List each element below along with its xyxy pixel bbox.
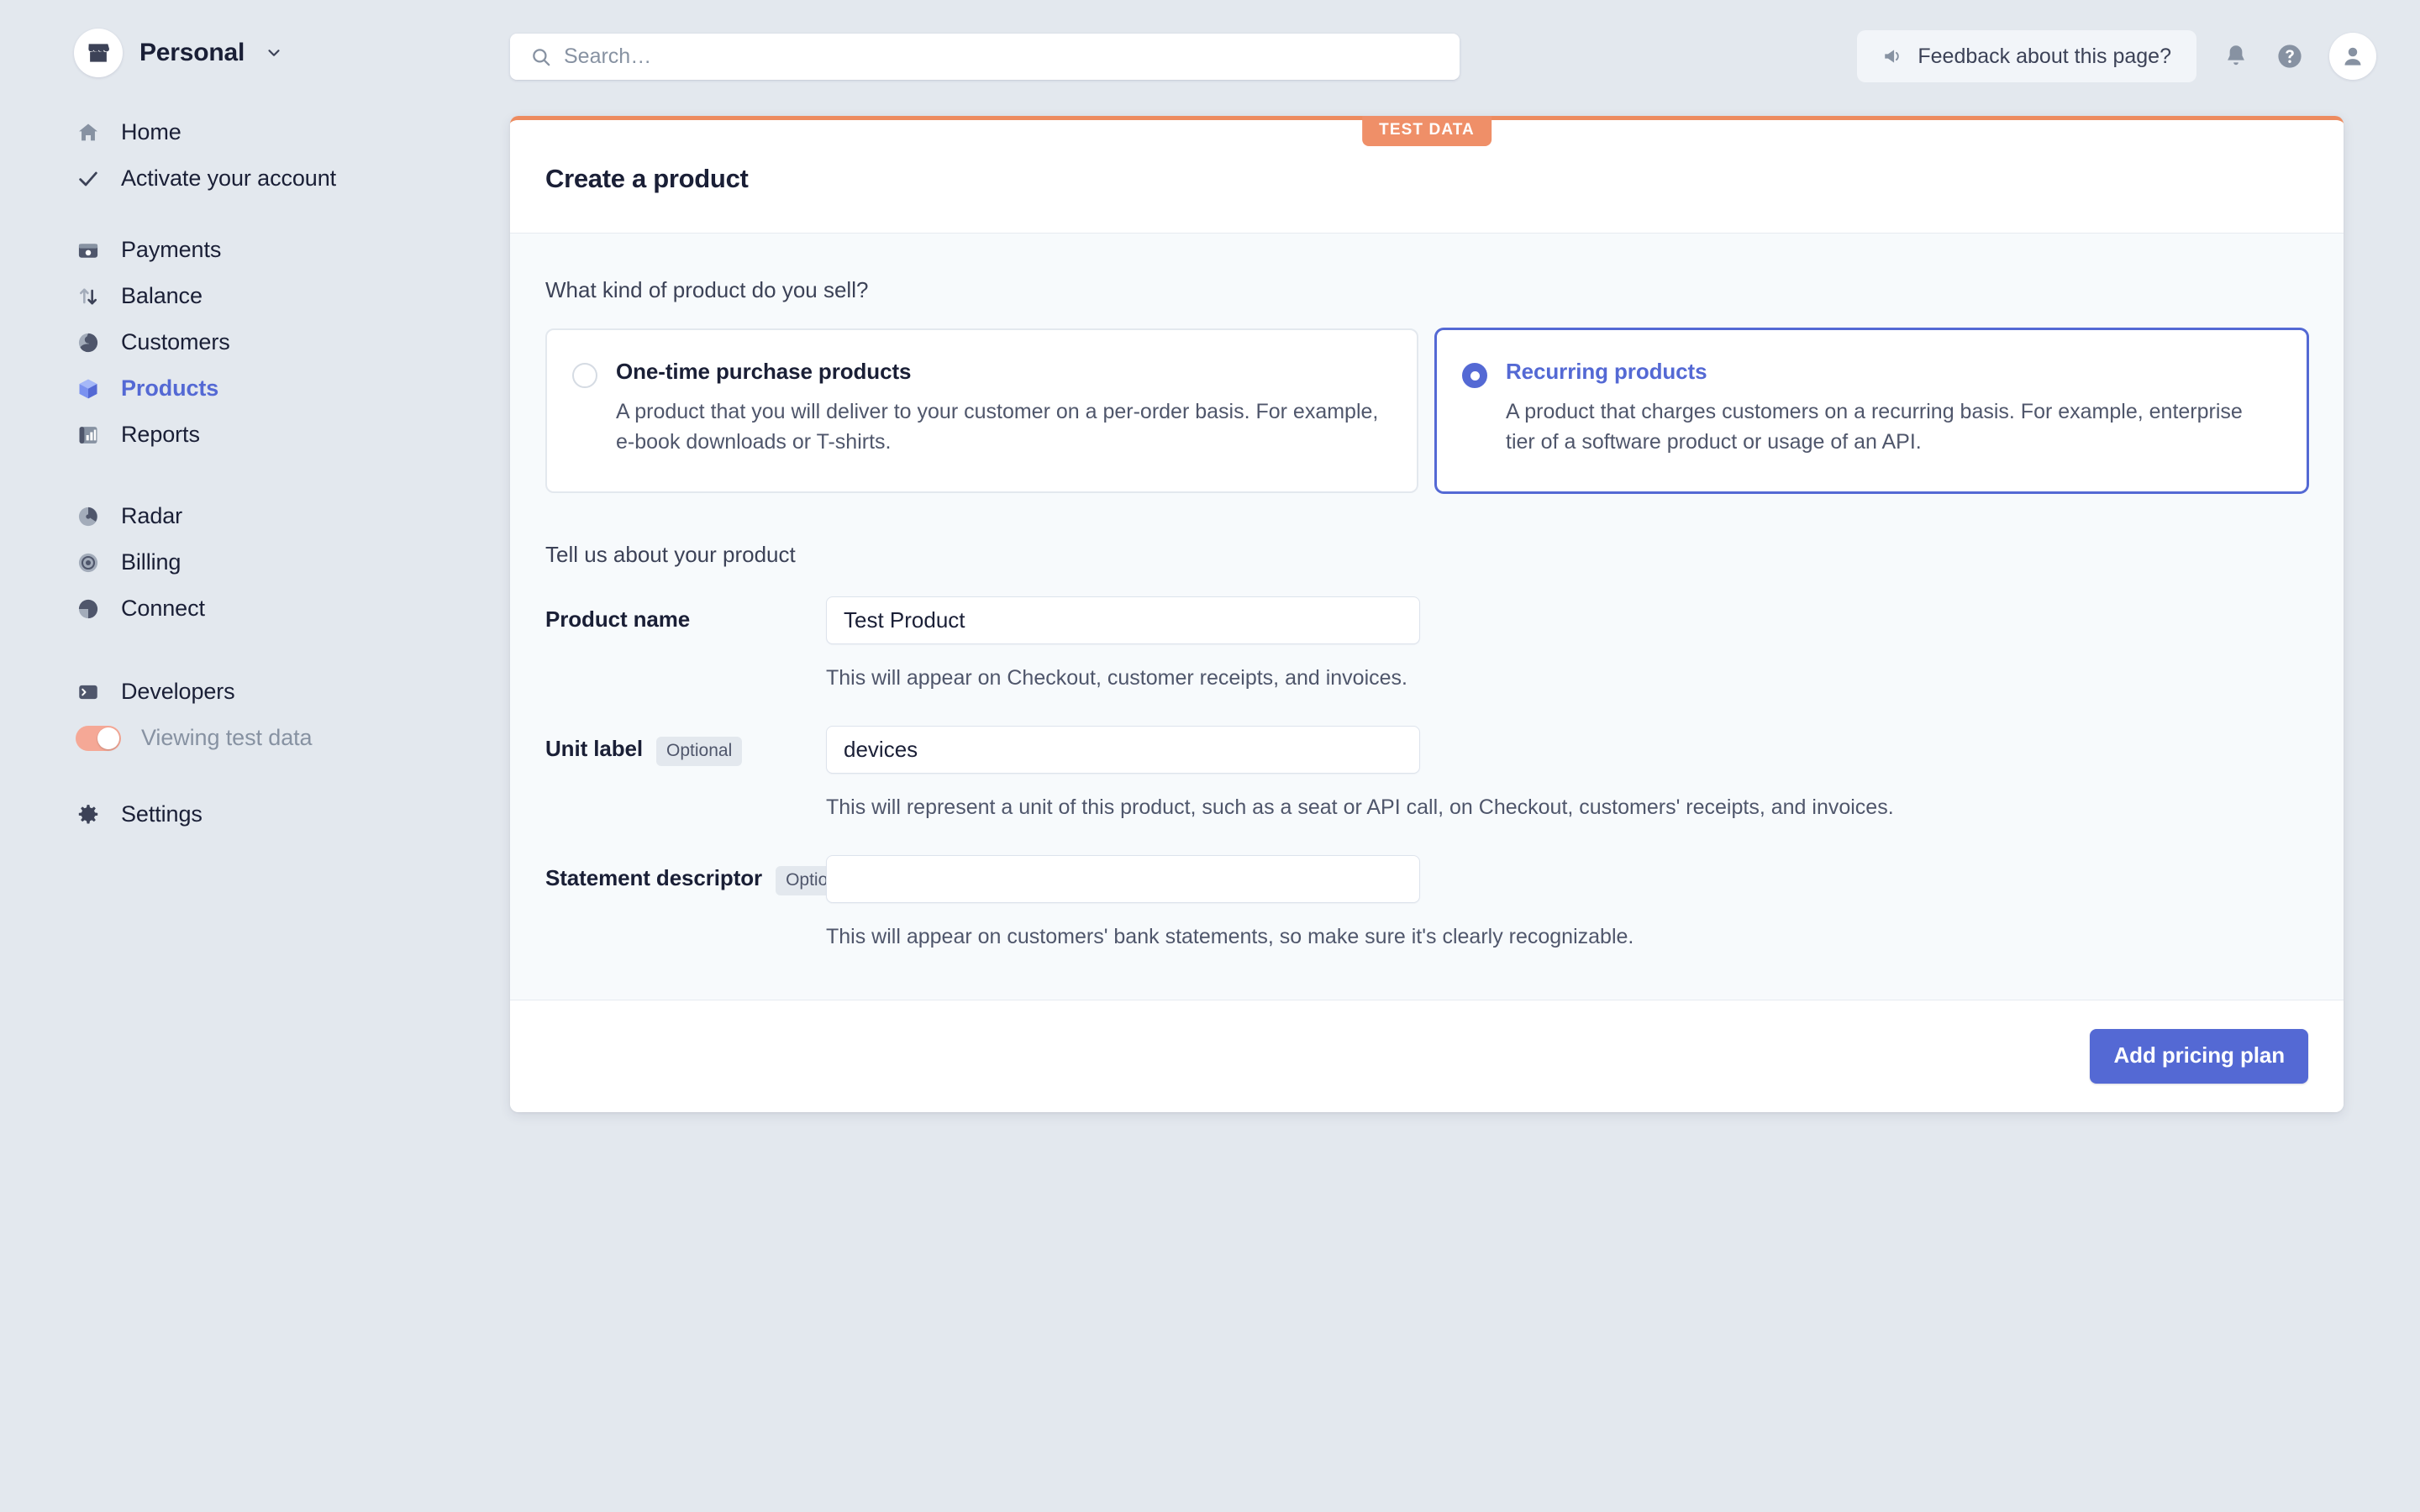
sidebar-item-label: Balance [121, 283, 203, 308]
radio-icon[interactable] [1462, 363, 1487, 388]
balance-icon [76, 284, 101, 309]
feedback-button[interactable]: Feedback about this page? [1857, 30, 2196, 82]
sidebar: Personal Home Activate your account Paym… [0, 0, 510, 1512]
field-label: Statement descriptor [545, 864, 763, 890]
option-title: Recurring products [1506, 359, 1707, 384]
search-input[interactable] [564, 45, 1439, 69]
products-icon [76, 376, 101, 402]
product-name-input[interactable] [826, 596, 1420, 644]
sidebar-item-connect[interactable]: Connect [0, 585, 510, 632]
product-kind-heading: What kind of product do you sell? [545, 277, 869, 302]
sidebar-item-label: Reports [121, 422, 200, 447]
sidebar-group-developers: Developers Viewing test data [0, 669, 510, 761]
check-icon [76, 166, 101, 192]
sidebar-item-products[interactable]: Products [0, 365, 510, 412]
field-help: This will appear on Checkout, customer r… [826, 665, 1407, 690]
sidebar-item-label: Connect [121, 596, 205, 621]
sidebar-item-customers[interactable]: Customers [0, 319, 510, 365]
search-box[interactable] [510, 34, 1460, 80]
field-row-unit-label: Unit label Optional This will represent … [545, 725, 2308, 823]
megaphone-icon [1882, 45, 1904, 67]
top-bar: Feedback about this page? [510, 0, 2420, 118]
unit-label-input[interactable] [826, 725, 1420, 774]
status-badge: TEST DATA [1362, 116, 1491, 146]
sidebar-item-radar[interactable]: Radar [0, 493, 510, 539]
home-icon [76, 120, 101, 145]
bell-icon[interactable] [2222, 42, 2250, 71]
sidebar-item-reports[interactable]: Reports [0, 412, 510, 458]
billing-icon [76, 550, 101, 575]
sidebar-group-settings: Settings [0, 791, 510, 837]
option-recurring-products[interactable]: Recurring products A product that charge… [1435, 328, 2308, 493]
payments-icon [76, 238, 101, 263]
sidebar-item-balance[interactable]: Balance [0, 273, 510, 319]
sidebar-item-developers[interactable]: Developers [0, 669, 510, 715]
user-avatar-icon[interactable] [2329, 33, 2376, 80]
question-circle-icon[interactable] [2275, 42, 2304, 71]
sidebar-item-label: Settings [121, 801, 203, 827]
statement-descriptor-input[interactable] [826, 854, 1420, 903]
card-body: What kind of product do you sell? One-ti… [510, 233, 2344, 1000]
page-title: Create a product [545, 164, 749, 193]
product-kind-options: One-time purchase products A product tha… [545, 328, 2308, 493]
reports-icon [76, 423, 101, 448]
sidebar-item-billing[interactable]: Billing [0, 539, 510, 585]
sidebar-item-label: Billing [121, 549, 182, 575]
option-one-time-purchase-products[interactable]: One-time purchase products A product tha… [545, 328, 1418, 493]
field-label: Unit label [545, 735, 644, 761]
option-title: One-time purchase products [616, 359, 912, 384]
chevron-down-icon[interactable] [265, 44, 283, 62]
field-help: This will appear on customers' bank stat… [826, 924, 1634, 948]
product-details-heading: Tell us about your product [545, 541, 796, 567]
sidebar-group-addons: Radar Billing Connect [0, 493, 510, 632]
account-switcher[interactable]: Personal [0, 0, 510, 77]
search-icon [530, 46, 552, 68]
radar-icon [76, 504, 101, 529]
sidebar-item-label: Customers [121, 329, 230, 354]
optional-badge: Optional [656, 736, 743, 766]
terminal-icon [76, 680, 101, 705]
field-label: Product name [545, 606, 691, 632]
field-row-statement-descriptor: Statement descriptor Optional This will … [545, 854, 2308, 953]
sidebar-item-label: Developers [121, 679, 235, 704]
sidebar-group-products: Payments Balance Customers Products Repo… [0, 227, 510, 458]
sidebar-item-payments[interactable]: Payments [0, 227, 510, 273]
sidebar-item-home[interactable]: Home [0, 109, 510, 155]
card-footer: Add pricing plan [510, 999, 2344, 1112]
sidebar-item-label: Activate your account [121, 165, 337, 191]
feedback-label: Feedback about this page? [1918, 44, 2171, 68]
sidebar-item-activate-your-account[interactable]: Activate your account [0, 155, 510, 202]
customers-icon [76, 330, 101, 355]
field-help: This will represent a unit of this produ… [826, 795, 1894, 819]
toggle-on-icon[interactable] [76, 725, 121, 751]
option-description: A product that you will deliver to your … [616, 400, 1379, 454]
sidebar-item-label: Viewing test data [141, 725, 313, 750]
option-description: A product that charges customers on a re… [1506, 400, 2243, 454]
top-bar-actions: Feedback about this page? [1857, 30, 2376, 82]
add-pricing-plan-button[interactable]: Add pricing plan [2090, 1028, 2308, 1084]
sidebar-item-viewing-test-data[interactable]: Viewing test data [0, 715, 510, 761]
sidebar-item-label: Radar [121, 503, 183, 528]
sidebar-group-primary: Home Activate your account [0, 109, 510, 202]
account-name: Personal [139, 39, 245, 66]
create-product-card: TEST DATA Create a product What kind of … [510, 116, 2344, 1112]
gear-icon [76, 802, 101, 827]
connect-icon [76, 596, 101, 622]
radio-icon[interactable] [572, 363, 597, 388]
sidebar-item-label: Products [121, 375, 219, 401]
sidebar-item-label: Home [121, 119, 182, 144]
storefront-icon [74, 29, 123, 77]
sidebar-item-label: Payments [121, 237, 222, 262]
field-row-product-name: Product name This will appear on Checkou… [545, 596, 2308, 694]
sidebar-item-settings[interactable]: Settings [0, 791, 510, 837]
